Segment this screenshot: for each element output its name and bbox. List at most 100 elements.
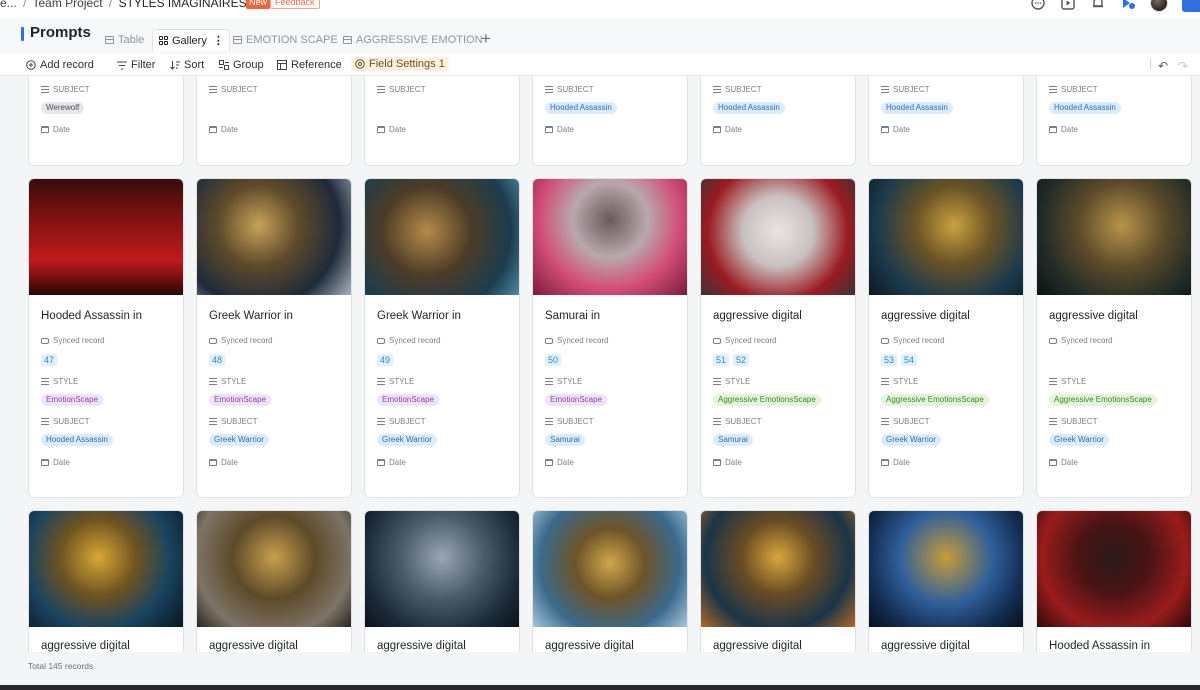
gallery-card[interactable]: aggressive digital xyxy=(868,510,1024,652)
synced-record-link[interactable]: 49 xyxy=(377,354,394,366)
gallery-card[interactable]: aggressive digital Synced record STYLE Aggr… xyxy=(1036,178,1192,498)
tag-chip[interactable]: Greek Warrior xyxy=(377,434,437,446)
more-vertical-icon[interactable]: ⋮ xyxy=(213,34,224,47)
gallery-card[interactable]: SUBJECT Hooded Assassin Date xyxy=(868,76,1024,166)
card-cover-image[interactable] xyxy=(197,511,351,627)
avatar[interactable] xyxy=(1150,0,1168,12)
tab-table[interactable]: Table xyxy=(105,30,144,50)
card-cover-image[interactable] xyxy=(365,179,519,295)
card-cover-image[interactable] xyxy=(701,179,855,295)
tag-chip[interactable]: Greek Warrior xyxy=(1049,434,1109,446)
tag-chip[interactable]: Hooded Assassin xyxy=(1049,102,1121,114)
gallery-card[interactable]: Hooded Assassin in Synced record 47 STYLE Em… xyxy=(28,178,184,498)
tag-chip[interactable]: Hooded Assassin xyxy=(713,102,785,114)
tab-gallery[interactable]: Gallery ⋮ xyxy=(152,29,230,51)
synced-record-link[interactable]: 53 xyxy=(881,354,898,366)
gallery-card[interactable]: aggressive digital xyxy=(28,510,184,652)
card-cover-image[interactable] xyxy=(701,511,855,627)
card-cover-image[interactable] xyxy=(29,511,183,627)
card-cover-image[interactable] xyxy=(1037,179,1191,295)
feedback-button[interactable]: Feedback xyxy=(270,0,320,9)
add-view-icon[interactable]: + xyxy=(481,29,491,49)
tag-chip[interactable]: EmotionScape xyxy=(545,394,608,406)
field-label: Synced record xyxy=(545,336,609,345)
chat-icon[interactable] xyxy=(1030,0,1046,11)
card-cover-image[interactable] xyxy=(29,179,183,295)
card-cover-image[interactable] xyxy=(533,511,687,627)
share-button[interactable] xyxy=(1182,0,1200,12)
filter-button[interactable]: Filter xyxy=(117,59,155,71)
tag-chip[interactable]: Greek Warrior xyxy=(209,434,269,446)
tag-chip[interactable]: Aggressive EmotionsScape xyxy=(881,394,989,406)
gallery-card[interactable]: Greek Warrior in Synced record 49 STYLE Emot… xyxy=(364,178,520,498)
synced-record-link[interactable]: 54 xyxy=(901,354,918,366)
gallery-card[interactable]: aggressive digital xyxy=(196,510,352,652)
calendar-icon xyxy=(1049,459,1057,466)
gallery-card[interactable]: aggressive digital Synced record 53 54 STYLE… xyxy=(868,178,1024,498)
field-label: Synced record xyxy=(377,336,441,345)
field-label-text: STYLE xyxy=(725,377,751,386)
card-cover-image[interactable] xyxy=(869,179,1023,295)
gallery-card[interactable]: SUBJECT Werewolf Date xyxy=(28,76,184,166)
filter-icon xyxy=(117,61,127,69)
tab-emotion-scape[interactable]: EMOTION SCAPE xyxy=(233,30,338,50)
sort-button[interactable]: Sort xyxy=(170,59,204,71)
redo-icon[interactable]: ↷ xyxy=(1178,59,1188,73)
synced-record-link[interactable]: 50 xyxy=(545,354,562,366)
tag-chip[interactable]: EmotionScape xyxy=(41,394,104,406)
table-icon xyxy=(233,36,242,44)
gallery-card[interactable]: SUBJECT Hooded Assassin Date xyxy=(532,76,688,166)
field-label-text: Date xyxy=(389,125,406,134)
help-assistant-icon[interactable] xyxy=(1120,0,1136,11)
calendar-icon xyxy=(881,126,889,133)
breadcrumb-project[interactable]: Team Project xyxy=(33,0,103,10)
tag-chip[interactable]: Hooded Assassin xyxy=(545,102,617,114)
gallery-card[interactable]: Samurai in Synced record 50 STYLE EmotionSca… xyxy=(532,178,688,498)
synced-record-link[interactable]: 51 xyxy=(713,354,730,366)
breadcrumb-prefix[interactable]: e... xyxy=(0,0,17,10)
tab-label: EMOTION SCAPE xyxy=(246,34,338,46)
card-cover-image[interactable] xyxy=(533,179,687,295)
breadcrumb: e... / Team Project / STYLES IMAGINAIRES xyxy=(0,0,268,10)
breadcrumb-base[interactable]: STYLES IMAGINAIRES xyxy=(119,0,247,10)
gallery-card[interactable]: aggressive digital xyxy=(532,510,688,652)
tag-chip[interactable]: Hooded Assassin xyxy=(881,102,953,114)
tag-chip[interactable]: Samurai xyxy=(545,434,585,446)
tab-aggressive-emotion[interactable]: AGGRESSIVE EMOTION xyxy=(343,30,483,50)
tag-chip[interactable]: Aggressive EmotionsScape xyxy=(1049,394,1157,406)
tag-chip[interactable]: Werewolf xyxy=(41,102,85,114)
tag-chip[interactable]: EmotionScape xyxy=(209,394,272,406)
synced-record-link[interactable]: 52 xyxy=(733,354,750,366)
synced-record-link[interactable]: 48 xyxy=(209,354,226,366)
field-label-text: Date xyxy=(893,125,910,134)
gallery-card[interactable]: SUBJECT Hooded Assassin Date xyxy=(700,76,856,166)
field-settings-button[interactable]: Field Settings 1 xyxy=(351,57,449,71)
tag-chip[interactable]: Aggressive EmotionsScape xyxy=(713,394,821,406)
reference-button[interactable]: Reference xyxy=(277,59,342,71)
gallery-card[interactable]: aggressive digital xyxy=(364,510,520,652)
field-label: Date xyxy=(209,458,238,467)
card-cover-image[interactable] xyxy=(365,511,519,627)
tag-chip[interactable]: EmotionScape xyxy=(377,394,440,406)
tag-chip[interactable]: Greek Warrior xyxy=(881,434,941,446)
gallery-card[interactable]: Greek Warrior in Synced record 48 STYLE Emot… xyxy=(196,178,352,498)
undo-icon[interactable]: ↶ xyxy=(1158,59,1168,73)
tag-chip[interactable]: Samurai xyxy=(713,434,753,446)
card-cover-image[interactable] xyxy=(869,511,1023,627)
gallery-card[interactable]: aggressive digital xyxy=(700,510,856,652)
gallery-card[interactable]: aggressive digital Synced record 51 52 STYLE… xyxy=(700,178,856,498)
tag-chip[interactable]: Hooded Assassin xyxy=(41,434,113,446)
field-label-text: SUBJECT xyxy=(725,417,762,426)
video-play-icon[interactable] xyxy=(1060,0,1076,11)
group-button[interactable]: Group xyxy=(219,59,264,71)
gallery-card[interactable]: SUBJECT Date xyxy=(196,76,352,166)
synced-record-link[interactable]: 47 xyxy=(41,354,58,366)
gallery-card[interactable]: SUBJECT Date xyxy=(364,76,520,166)
gallery-card[interactable]: Hooded Assassin in xyxy=(1036,510,1192,652)
card-cover-image[interactable] xyxy=(1037,511,1191,627)
card-cover-image[interactable] xyxy=(197,179,351,295)
bell-icon[interactable] xyxy=(1090,0,1106,11)
gallery-card[interactable]: SUBJECT Hooded Assassin Date xyxy=(1036,76,1192,166)
subject-field-icon xyxy=(713,418,721,425)
add-record-button[interactable]: Add record xyxy=(26,59,94,71)
